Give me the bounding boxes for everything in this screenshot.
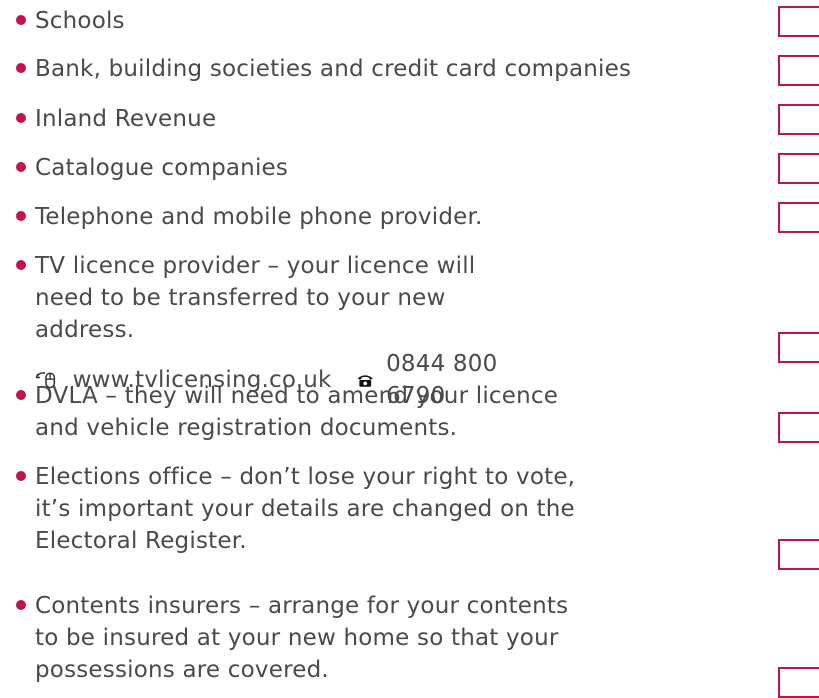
checkbox-banks[interactable] bbox=[778, 55, 819, 86]
list-item-telephone-provider: Telephone and mobile phone provider. bbox=[16, 201, 756, 233]
list-item-dvla: DVLA – they will need to amend your lice… bbox=[16, 380, 576, 444]
checkbox-elections-office[interactable] bbox=[778, 539, 819, 570]
list-item-banks: Bank, building societies and credit card… bbox=[16, 53, 756, 85]
checkbox-tv-licence[interactable] bbox=[778, 332, 819, 363]
list-item-schools: Schools bbox=[16, 5, 756, 37]
list-item-text: Schools bbox=[35, 8, 125, 34]
list-item-text: Elections office – don’t lose your right… bbox=[35, 464, 576, 554]
list-item-elections-office: Elections office – don’t lose your right… bbox=[16, 461, 576, 557]
list-item-inland-revenue: Inland Revenue bbox=[16, 103, 756, 135]
list-item-text: DVLA – they will need to amend your lice… bbox=[35, 383, 559, 441]
list-item-contents-insurers: Contents insurers – arrange for your con… bbox=[16, 590, 576, 686]
list-item-text: Bank, building societies and credit card… bbox=[35, 56, 632, 82]
bullet-icon bbox=[16, 471, 26, 481]
checkbox-schools[interactable] bbox=[778, 6, 819, 37]
checkbox-inland-revenue[interactable] bbox=[778, 104, 819, 135]
bullet-icon bbox=[16, 63, 26, 73]
bullet-icon bbox=[16, 260, 26, 270]
list-item-text: TV licence provider – your licence will … bbox=[35, 253, 476, 343]
checkbox-dvla[interactable] bbox=[778, 412, 819, 443]
list-item-catalogue-companies: Catalogue companies bbox=[16, 152, 756, 184]
bullet-icon bbox=[16, 390, 26, 400]
checklist-page: Schools Bank, building societies and cre… bbox=[0, 0, 819, 698]
bullet-icon bbox=[16, 600, 26, 610]
list-item-text: Inland Revenue bbox=[35, 106, 217, 132]
checkbox-telephone-provider[interactable] bbox=[778, 202, 819, 233]
list-item-text: Contents insurers – arrange for your con… bbox=[35, 593, 569, 683]
list-item-text: Telephone and mobile phone provider. bbox=[35, 204, 483, 230]
checkbox-catalogue-companies[interactable] bbox=[778, 153, 819, 184]
bullet-icon bbox=[16, 162, 26, 172]
checkbox-contents-insurers[interactable] bbox=[778, 667, 819, 698]
bullet-icon bbox=[16, 113, 26, 123]
bullet-icon bbox=[16, 15, 26, 25]
bullet-icon bbox=[16, 211, 26, 221]
list-item-text: Catalogue companies bbox=[35, 155, 289, 181]
